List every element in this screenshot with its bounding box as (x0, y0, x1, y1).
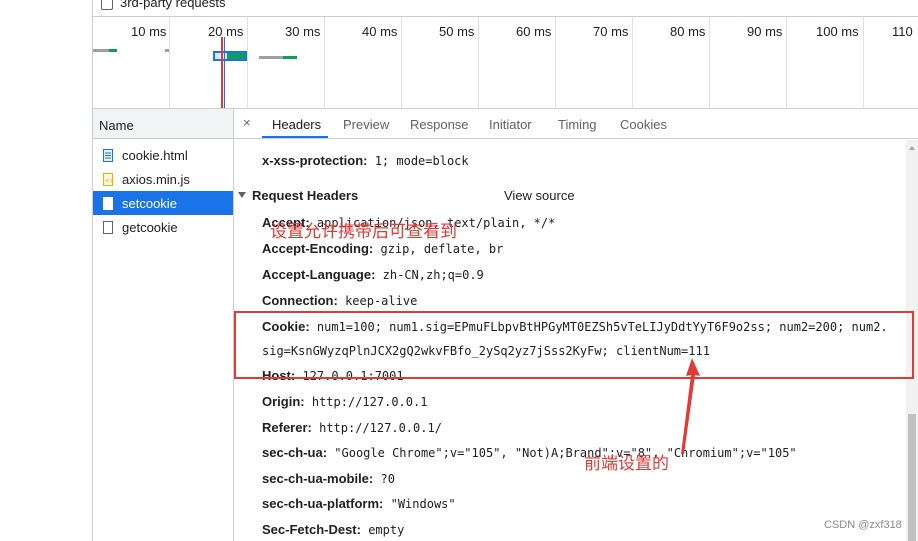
tab-preview[interactable]: Preview (343, 117, 389, 132)
header-row: Referer: http://127.0.0.1/ (262, 420, 442, 435)
scroll-up-arrow-icon[interactable] (909, 146, 915, 150)
annotation-frontend-set: 前端设置的 (584, 454, 669, 473)
tab-headers[interactable]: Headers (272, 117, 321, 132)
overview-bar (93, 49, 109, 52)
header-value: gzip, deflate, br (380, 242, 504, 256)
document-icon (103, 149, 113, 162)
tab-cookies[interactable]: Cookies (620, 117, 667, 132)
header-row: sec-ch-ua: "Google Chrome";v="105", "Not… (262, 445, 797, 460)
timeline-tick: 80 ms (670, 24, 706, 39)
header-value: "Google Chrome";v="105", "Not)A;Brand";v… (334, 446, 797, 460)
timeline-tick: 60 ms (516, 24, 552, 39)
header-key: Origin: (262, 394, 305, 409)
request-row-axios-min-js[interactable]: <> axios.min.js (93, 167, 233, 191)
scrollbar-thumb[interactable] (908, 414, 916, 541)
header-value: ?0 (380, 472, 395, 486)
overview-bar (283, 56, 297, 59)
dom-content-loaded-line (224, 37, 225, 108)
header-row: sec-ch-ua-mobile: ?0 (262, 471, 395, 486)
request-list: Name cookie.html <> axios.min.js setcook… (93, 109, 234, 541)
header-value: keep-alive (345, 294, 418, 308)
expand-triangle-icon (238, 192, 246, 198)
third-party-checkbox[interactable] (101, 0, 113, 10)
header-row: Connection: keep-alive (262, 293, 417, 308)
request-headers-section[interactable]: Request Headers (238, 188, 358, 203)
header-key: sec-ch-ua-mobile: (262, 471, 374, 486)
timeline-tick: 50 ms (439, 24, 475, 39)
header-value: "Windows" (390, 497, 456, 511)
timeline-tick: 110 (892, 24, 913, 39)
annotation-arrow-icon (681, 358, 700, 454)
cookie-highlight-box (234, 311, 914, 379)
tab-response[interactable]: Response (410, 117, 469, 132)
timeline-tick: 90 ms (747, 24, 783, 39)
header-row: sec-ch-ua-platform: "Windows" (262, 496, 456, 511)
watermark: CSDN @zxf318 (824, 519, 902, 531)
script-icon: <> (103, 173, 113, 186)
overview-bar (165, 49, 169, 52)
close-icon[interactable]: × (243, 115, 251, 130)
request-name: setcookie (122, 196, 177, 211)
annotation-allow-credentials: 设置允许携带后可查看到 (270, 222, 457, 241)
load-event-line (221, 37, 223, 108)
third-party-label: 3rd-party requests (120, 0, 226, 10)
header-row: Accept-Language: zh-CN,zh;q=0.9 (262, 267, 484, 282)
svg-text:<>: <> (105, 178, 114, 185)
header-key: Accept-Encoding: (262, 241, 374, 256)
header-key: Sec-Fetch-Dest: (262, 522, 361, 537)
request-row-getcookie[interactable]: getcookie (93, 215, 233, 239)
tab-timing[interactable]: Timing (558, 117, 597, 132)
header-key: sec-ch-ua: (262, 445, 328, 460)
request-name: cookie.html (122, 148, 188, 163)
header-value: empty (368, 523, 405, 537)
overview-bar (259, 56, 283, 59)
header-key: Referer: (262, 420, 312, 435)
header-key: sec-ch-ua-platform: (262, 496, 384, 511)
header-key: x-xss-protection: (262, 153, 368, 168)
name-column-header[interactable]: Name (93, 109, 233, 139)
active-tab-indicator (262, 136, 328, 138)
request-name: axios.min.js (122, 172, 190, 187)
timeline-tick: 40 ms (362, 24, 398, 39)
timeline-tick: 100 ms (816, 24, 859, 39)
timeline-tick: 70 ms (593, 24, 629, 39)
request-name: getcookie (122, 220, 178, 235)
tab-initiator[interactable]: Initiator (489, 117, 532, 132)
header-row: Accept-Encoding: gzip, deflate, br (262, 241, 503, 256)
blank-file-icon (103, 221, 113, 234)
section-title: Request Headers (252, 188, 359, 203)
xhr-icon (103, 197, 113, 210)
header-key: Accept-Language: (262, 267, 376, 282)
filter-strip: 3rd-party requests (93, 0, 918, 17)
overview-bar (227, 53, 245, 59)
overview-bar (109, 49, 117, 52)
header-value: 1; mode=block (374, 154, 469, 168)
timeline-tick: 30 ms (285, 24, 321, 39)
header-key: Connection: (262, 293, 338, 308)
timeline-tick: 20 ms (208, 24, 244, 39)
header-value: zh-CN,zh;q=0.9 (382, 268, 484, 282)
header-value: http://127.0.0.1/ (319, 421, 442, 435)
header-row: Origin: http://127.0.0.1 (262, 394, 427, 409)
network-overview[interactable]: 10 ms 20 ms 30 ms 40 ms 50 ms 60 ms 70 m… (93, 17, 918, 109)
view-source-link[interactable]: View source (504, 188, 575, 203)
header-row: x-xss-protection: 1; mode=block (262, 153, 469, 168)
request-row-cookie-html[interactable]: cookie.html (93, 143, 233, 167)
detail-tabbar: × Headers Preview Response Initiator Tim… (234, 109, 918, 139)
request-row-setcookie[interactable]: setcookie (93, 191, 233, 215)
timeline-tick: 10 ms (131, 24, 167, 39)
header-row: Sec-Fetch-Dest: empty (262, 522, 404, 537)
header-value: http://127.0.0.1 (311, 395, 428, 409)
